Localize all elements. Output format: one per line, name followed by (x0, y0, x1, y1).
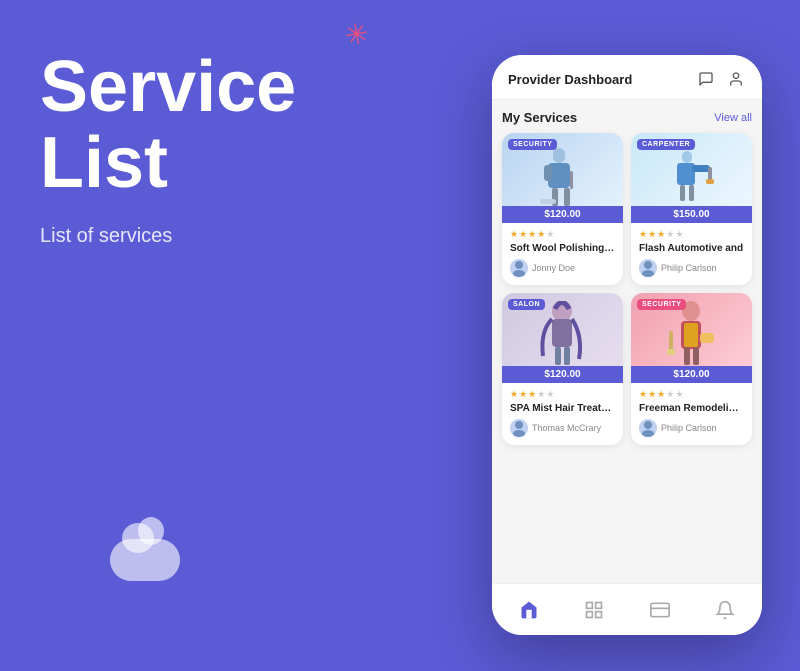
card-2-avatar (639, 259, 657, 277)
card-3-price: $120.00 (502, 366, 623, 383)
nav-notifications[interactable] (693, 584, 759, 635)
service-card-2[interactable]: CARPENTER $150.00 ★ ★ ★ ★ ★ Flash Automo… (631, 133, 752, 285)
card-1-price: $120.00 (502, 206, 623, 223)
service-card-4[interactable]: SECURITY $120.00 ★ ★ ★ ★ ★ Freeman Remod… (631, 293, 752, 445)
card-2-price: $150.00 (631, 206, 752, 223)
card-2-name: Flash Automotive and (639, 243, 744, 254)
subtitle: List of services (40, 225, 400, 248)
services-title: My Services (502, 110, 577, 125)
card-3-avatar (510, 419, 528, 437)
title-line1: Service (40, 47, 296, 127)
wallet-icon (650, 600, 670, 620)
main-title: Service List (40, 50, 400, 201)
card-3-stars: ★ ★ ★ ★ ★ (510, 389, 615, 400)
card-4-name: Freeman Remodeling a (639, 403, 744, 414)
home-icon (519, 600, 539, 620)
card-3-body: ★ ★ ★ ★ ★ SPA Mist Hair Treatme Thomas M… (502, 383, 623, 445)
services-header: My Services View all (502, 110, 752, 125)
nav-home[interactable] (496, 584, 562, 635)
card-2-body: ★ ★ ★ ★ ★ Flash Automotive and Philip Ca… (631, 223, 752, 285)
bg-cloud-decoration (110, 539, 180, 581)
card-4-provider-name: Philip Carlson (661, 423, 717, 433)
service-card-1[interactable]: SECURITY $120.00 ★ ★ ★ ★ ★ Soft Wool Pol… (502, 133, 623, 285)
phone-header: Provider Dashboard (492, 55, 762, 100)
card-2-provider-name: Philip Carlson (661, 263, 717, 273)
user-icon[interactable] (726, 69, 746, 89)
card-4-stars: ★ ★ ★ ★ ★ (639, 389, 744, 400)
card-image-4: SECURITY $120.00 (631, 293, 752, 383)
painter-illustration (662, 143, 722, 213)
left-panel: Service List List of services (40, 50, 400, 248)
card-3-provider-name: Thomas McCrary (532, 423, 601, 433)
card-image-1: SECURITY $120.00 (502, 133, 623, 223)
bottom-nav (492, 583, 762, 635)
card-1-tag: SECURITY (508, 139, 557, 150)
card-image-3: SALON $120.00 (502, 293, 623, 383)
phone-header-icons (696, 69, 746, 89)
bell-icon (715, 600, 735, 620)
services-area: My Services View all (492, 100, 762, 583)
card-image-2: CARPENTER $150.00 (631, 133, 752, 223)
card-1-stars: ★ ★ ★ ★ ★ (510, 229, 615, 240)
bg-star-decoration: ✳ (342, 16, 371, 53)
services-grid: SECURITY $120.00 ★ ★ ★ ★ ★ Soft Wool Pol… (502, 133, 752, 445)
card-4-body: ★ ★ ★ ★ ★ Freeman Remodeling a Philip Ca… (631, 383, 752, 445)
phone-container: Provider Dashboard My Services View all (492, 55, 762, 635)
card-1-avatar (510, 259, 528, 277)
card-2-provider: Philip Carlson (639, 259, 744, 277)
card-2-stars: ★ ★ ★ ★ ★ (639, 229, 744, 240)
security-illustration (664, 301, 719, 376)
card-1-name: Soft Wool Polishing Ho (510, 243, 615, 254)
card-4-avatar (639, 419, 657, 437)
card-3-name: SPA Mist Hair Treatme (510, 403, 615, 414)
view-all-link[interactable]: View all (714, 112, 752, 124)
card-4-price: $120.00 (631, 366, 752, 383)
card-1-body: ★ ★ ★ ★ ★ Soft Wool Polishing Ho Jonny D… (502, 223, 623, 285)
card-3-tag: SALON (508, 299, 545, 310)
card-4-provider: Philip Carlson (639, 419, 744, 437)
card-2-tag: CARPENTER (637, 139, 695, 150)
phone-header-title: Provider Dashboard (508, 72, 632, 87)
card-4-tag: SECURITY (637, 299, 686, 310)
salon-illustration (535, 301, 590, 376)
card-1-provider: Jonny Doe (510, 259, 615, 277)
cleaner-illustration (538, 143, 588, 213)
title-line2: List (40, 123, 168, 203)
card-3-provider: Thomas McCrary (510, 419, 615, 437)
chat-icon[interactable] (696, 69, 716, 89)
service-card-3[interactable]: SALON $120.00 ★ ★ ★ ★ ★ SPA Mist Hair Tr… (502, 293, 623, 445)
card-1-provider-name: Jonny Doe (532, 263, 575, 273)
grid-icon (584, 600, 604, 620)
nav-wallet[interactable] (627, 584, 693, 635)
nav-grid[interactable] (562, 584, 628, 635)
